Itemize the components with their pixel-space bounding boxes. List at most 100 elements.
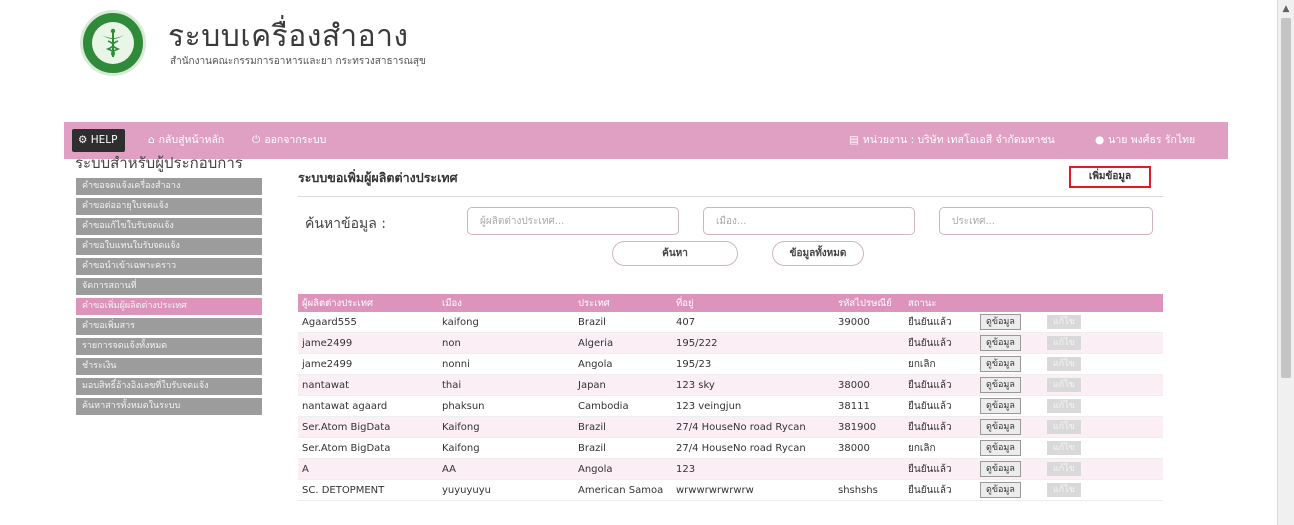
cell-city: thai — [438, 374, 574, 396]
cell-status: ยืนยันแล้ว — [904, 374, 976, 396]
edit-button[interactable]: แก้ไข — [1047, 315, 1081, 329]
cell-address: 27/4 HouseNo road Rycan — [672, 416, 834, 438]
cell-view: ดูข้อมูล — [976, 395, 1043, 417]
edit-button[interactable]: แก้ไข — [1047, 420, 1081, 434]
view-button[interactable]: ดูข้อมูล — [980, 377, 1021, 393]
table-row: jame2499 non Algeria 195/222 ยืนยันแล้ว ดูข้อ… — [298, 332, 1163, 354]
sidebar-item[interactable]: คำขอแก้ไขใบรับจดแจ้ง — [76, 218, 262, 235]
view-button[interactable]: ดูข้อมูล — [980, 356, 1021, 372]
scroll-up-arrow-icon[interactable]: ▲ — [1278, 4, 1294, 14]
gear-icon: ⚙ — [78, 134, 88, 146]
col-manufacturer: ผู้ผลิตต่างประเทศ — [298, 294, 438, 312]
edit-button[interactable]: แก้ไข — [1047, 441, 1081, 455]
sidebar-item[interactable]: คำขอเพิ่มสาร — [76, 318, 262, 335]
help-button[interactable]: ⚙ HELP — [72, 129, 126, 152]
cell-country: Cambodia — [574, 395, 672, 417]
edit-button[interactable]: แก้ไข — [1047, 357, 1081, 371]
cell-view: ดูข้อมูล — [976, 458, 1043, 480]
table-row: Ser.Atom BigData Kaifong Brazil 27/4 HouseN… — [298, 437, 1163, 459]
sidebar-item[interactable]: รายการจดแจ้งทั้งหมด — [76, 338, 262, 355]
show-all-button[interactable]: ข้อมูลทั้งหมด — [772, 241, 864, 266]
home-icon: ⌂ — [148, 134, 155, 146]
cell-edit: แก้ไข — [1043, 395, 1163, 417]
cell-view: ดูข้อมูล — [976, 416, 1043, 438]
table-row: SC. DETOPMENT yuyuyuyu American Samoa wrwwr… — [298, 479, 1163, 501]
cell-address: 195/23 — [672, 353, 834, 375]
sidebar-item[interactable]: คำขอใบแทนใบรับจดแจ้ง — [76, 238, 262, 255]
cell-edit: แก้ไข — [1043, 437, 1163, 459]
table-row: A AA Angola 123 ยืนยันแล้ว ดูข้อมูล แก้ไข — [298, 458, 1163, 480]
view-button[interactable]: ดูข้อมูล — [980, 398, 1021, 414]
view-button[interactable]: ดูข้อมูล — [980, 314, 1021, 330]
col-view — [976, 294, 1043, 312]
cell-country: Japan — [574, 374, 672, 396]
edit-button[interactable]: แก้ไข — [1047, 483, 1081, 497]
table-row: nantawat thai Japan 123 sky 38000 ยืนยันแล้วด… — [298, 374, 1163, 396]
sidebar-item[interactable]: คำขอเพิ่มผู้ผลิตต่างประเทศ — [76, 298, 262, 315]
agency-info: ▤ หน่วยงาน : บริษัท เทสโอเอสี จำกัดมหาชน — [849, 122, 1055, 159]
cell-zip: shshshs — [834, 479, 904, 501]
cell-view: ดูข้อมูล — [976, 479, 1043, 501]
sidebar-title: ระบบสำหรับผู้ประกอบการ — [75, 154, 243, 172]
cell-edit: แก้ไข — [1043, 312, 1163, 333]
cell-address: 407 — [672, 312, 834, 333]
table-row: Agaard555 kaifong Brazil 407 39000 ยืนยันแล้ว… — [298, 312, 1163, 333]
add-data-button[interactable]: เพิ่มข้อมูล — [1069, 166, 1151, 188]
view-button[interactable]: ดูข้อมูล — [980, 461, 1021, 477]
scroll-thumb[interactable] — [1281, 18, 1291, 378]
sidebar-item[interactable]: คำขอต่ออายุใบจดแจ้ง — [76, 198, 262, 215]
cell-country: Brazil — [574, 437, 672, 459]
view-button[interactable]: ดูข้อมูล — [980, 440, 1021, 456]
user-menu[interactable]: ● นาย พงศ์ธร รักไทย — [1095, 122, 1195, 159]
sidebar-item[interactable]: ชำระเงิน — [76, 358, 262, 375]
cell-edit: แก้ไข — [1043, 458, 1163, 480]
table-row: nantawat agaard phaksun Cambodia 123 veingj… — [298, 395, 1163, 417]
edit-button[interactable]: แก้ไข — [1047, 378, 1081, 392]
user-icon: ● — [1095, 134, 1105, 146]
view-button[interactable]: ดูข้อมูล — [980, 482, 1021, 498]
search-label: ค้นหาข้อมูล : — [305, 216, 386, 232]
table-row: Ser.Atom BigData Kaifong Brazil 27/4 HouseN… — [298, 416, 1163, 438]
sidebar-item[interactable]: ค้นหาสารทั้งหมดในระบบ — [76, 398, 262, 415]
country-search-input[interactable] — [939, 207, 1153, 235]
cell-manufacturer: Agaard555 — [298, 312, 438, 333]
cell-view: ดูข้อมูล — [976, 353, 1043, 375]
edit-button[interactable]: แก้ไข — [1047, 336, 1081, 350]
sidebar-item[interactable]: มอบสิทธิ์อ้างอิงเลขที่ใบรับจดแจ้ง — [76, 378, 262, 395]
table-body: Agaard555 kaifong Brazil 407 39000 ยืนยันแล้ว… — [298, 312, 1163, 501]
cell-status: ยืนยันแล้ว — [904, 312, 976, 333]
cell-status: ยืนยันแล้ว — [904, 332, 976, 354]
table-header-row: ผู้ผลิตต่างประเทศ เมือง ประเทศ ที่อยู่ ร… — [298, 294, 1163, 312]
cell-manufacturer: A — [298, 458, 438, 480]
cell-address: wrwwrwrwrwrw — [672, 479, 834, 501]
cell-manufacturer: jame2499 — [298, 353, 438, 375]
sidebar-item[interactable]: จัดการสถานที่ — [76, 278, 262, 295]
cell-edit: แก้ไข — [1043, 353, 1163, 375]
manufacturer-search-input[interactable] — [467, 207, 679, 235]
cell-edit: แก้ไข — [1043, 479, 1163, 501]
col-country: ประเทศ — [574, 294, 672, 312]
cell-zip: 38000 — [834, 374, 904, 396]
sidebar-item[interactable]: คำขอนำเข้าเฉพาะคราว — [76, 258, 262, 275]
cell-address: 123 — [672, 458, 834, 480]
col-edit — [1043, 294, 1163, 312]
sidebar-item[interactable]: คำขอจดแจ้งเครื่องสำอาง — [76, 178, 262, 195]
cell-zip: 38111 — [834, 395, 904, 417]
cell-status: ยืนยันแล้ว — [904, 395, 976, 417]
view-button[interactable]: ดูข้อมูล — [980, 335, 1021, 351]
page-title: ระบบขอเพิ่มผู้ผลิตต่างประเทศ — [298, 170, 458, 185]
cell-view: ดูข้อมูล — [976, 437, 1043, 459]
cell-status: ยกเลิก — [904, 353, 976, 375]
view-button[interactable]: ดูข้อมูล — [980, 419, 1021, 435]
search-button[interactable]: ค้นหา — [612, 241, 738, 266]
city-search-input[interactable] — [703, 207, 915, 235]
cell-city: AA — [438, 458, 574, 480]
edit-button[interactable]: แก้ไข — [1047, 399, 1081, 413]
vertical-scrollbar[interactable]: ▲ — [1277, 0, 1294, 525]
cell-manufacturer: Ser.Atom BigData — [298, 437, 438, 459]
logout-link[interactable]: ⏻ ออกจากระบบ — [252, 122, 326, 159]
edit-button[interactable]: แก้ไข — [1047, 462, 1081, 476]
app-subtitle: สำนักงานคณะกรรมการอาหารและยา กระทรวงสาธา… — [170, 56, 426, 67]
table-row: jame2499 nonni Angola 195/23 ยกเลิก ดูข้อมูล แ… — [298, 353, 1163, 375]
cell-address: 27/4 HouseNo road Rycan — [672, 437, 834, 459]
